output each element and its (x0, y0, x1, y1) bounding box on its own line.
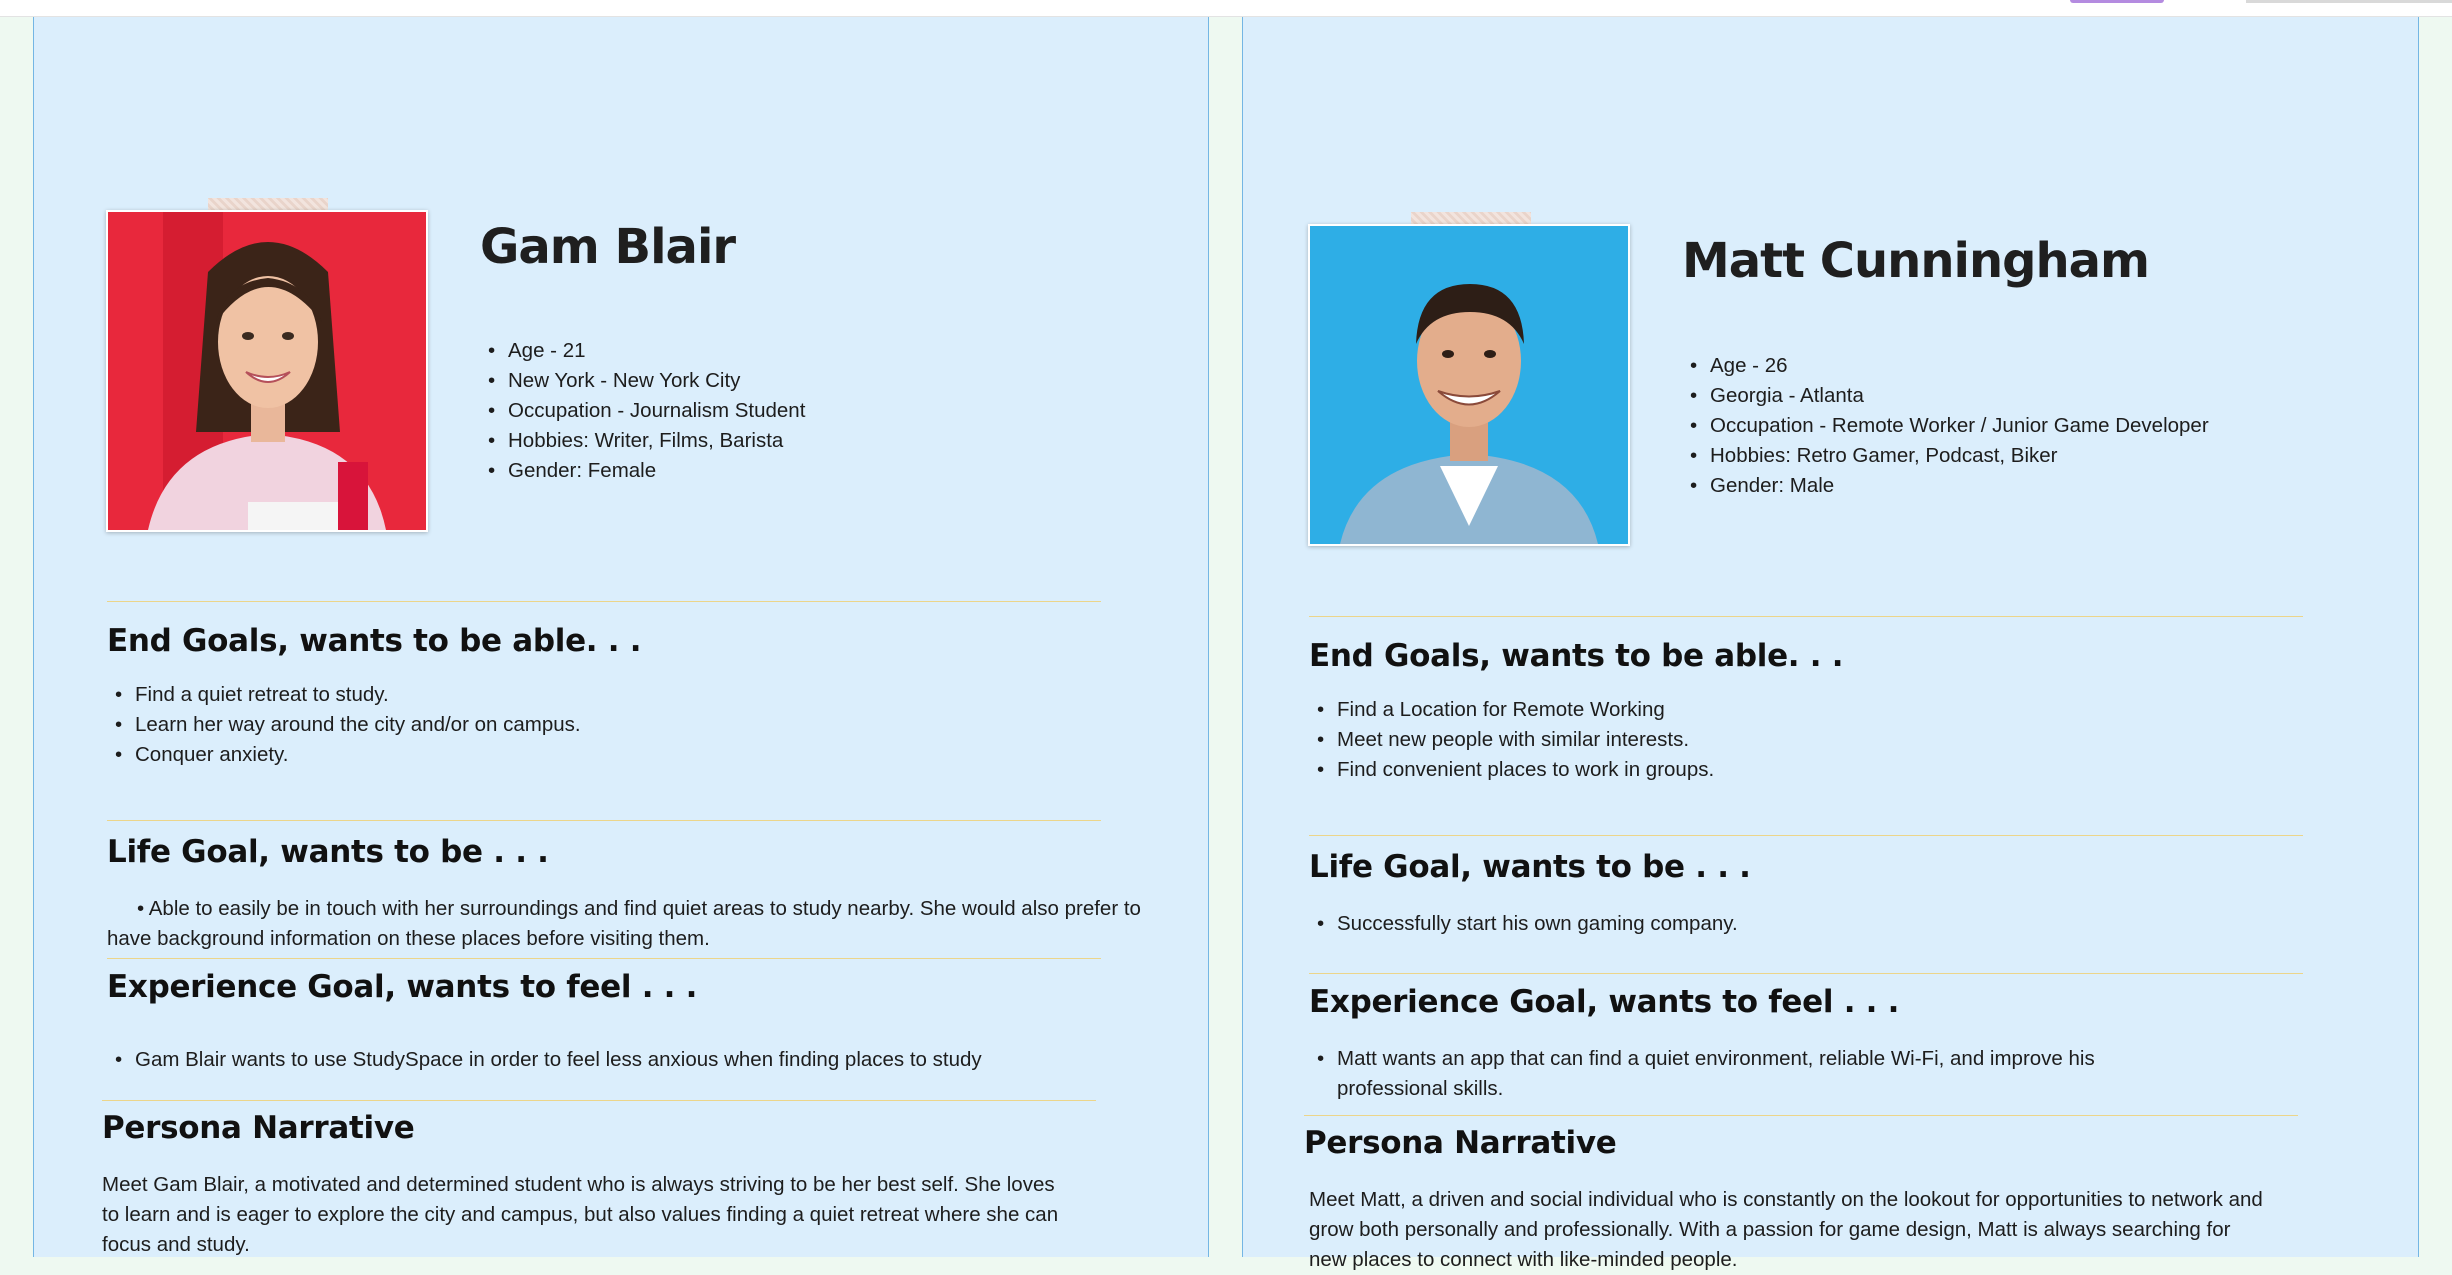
divider (107, 601, 1101, 602)
list-item: Successfully start his own gaming compan… (1309, 909, 1738, 939)
end-goals-heading: End Goals, wants to be able. . . (107, 623, 642, 659)
experience-goal-list: Gam Blair wants to use StudySpace in ord… (107, 1045, 982, 1075)
divider (107, 958, 1101, 959)
life-goal-heading: Life Goal, wants to be . . . (1309, 849, 1751, 885)
divider (1309, 616, 2303, 617)
top-toolbar (0, 0, 2452, 17)
man-portrait-icon (1310, 226, 1628, 544)
narrative-text: Meet Gam Blair, a motivated and determin… (102, 1173, 1059, 1256)
persona-photo (1308, 224, 1630, 546)
fact-hobbies: Hobbies: Writer, Films, Barista (480, 426, 805, 456)
divider (107, 820, 1101, 821)
end-goals-list: Find a quiet retreat to study. Learn her… (107, 680, 581, 770)
divider (1304, 1115, 2298, 1116)
life-goal-heading: Life Goal, wants to be . . . (107, 834, 549, 870)
fact-hobbies: Hobbies: Retro Gamer, Podcast, Biker (1682, 441, 2209, 471)
toolbar-tab[interactable] (2246, 0, 2452, 3)
experience-goal-heading: Experience Goal, wants to feel . . . (107, 969, 698, 1005)
fact-occupation: Occupation - Remote Worker / Junior Game… (1682, 411, 2209, 441)
list-item: Conquer anxiety. (107, 740, 581, 770)
experience-goal-list: Matt wants an app that can find a quiet … (1309, 1044, 2129, 1104)
fact-location: Georgia - Atlanta (1682, 381, 2209, 411)
list-item: Find a Location for Remote Working (1309, 695, 1714, 725)
end-goals-list: Find a Location for Remote Working Meet … (1309, 695, 1714, 785)
divider (1309, 973, 2303, 974)
list-item: Matt wants an app that can find a quiet … (1309, 1044, 2129, 1104)
persona-facts: Age - 26 Georgia - Atlanta Occupation - … (1682, 351, 2209, 501)
list-item: Find a quiet retreat to study. (107, 680, 581, 710)
fact-gender: Gender: Female (480, 456, 805, 486)
narrative-text: Meet Matt, a driven and social individua… (1309, 1188, 2263, 1271)
life-goal-value: Able to easily be in touch with her surr… (107, 897, 1141, 950)
list-item: Gam Blair wants to use StudySpace in ord… (107, 1045, 982, 1075)
persona-photo (106, 210, 428, 532)
persona-card-matt-cunningham: Matt Cunningham Age - 26 Georgia - Atlan… (1242, 17, 2419, 1271)
persona-card-gam-blair: Gam Blair Age - 21 New York - New York C… (33, 17, 1209, 1257)
persona-name: Gam Blair (480, 219, 736, 275)
list-item: Find convenient places to work in groups… (1309, 755, 1714, 785)
divider (102, 1100, 1096, 1101)
fact-gender: Gender: Male (1682, 471, 2209, 501)
list-item: Meet new people with similar interests. (1309, 725, 1714, 755)
persona-name: Matt Cunningham (1682, 233, 2150, 289)
persona-facts: Age - 21 New York - New York City Occupa… (480, 336, 805, 486)
toolbar-accent-tab[interactable] (2070, 0, 2164, 3)
fact-location: New York - New York City (480, 366, 805, 396)
experience-goal-heading: Experience Goal, wants to feel . . . (1309, 984, 1900, 1020)
life-goal-list: Successfully start his own gaming compan… (1309, 909, 1738, 939)
end-goals-heading: End Goals, wants to be able. . . (1309, 638, 1844, 674)
woman-portrait-icon (108, 212, 426, 530)
fact-age: Age - 26 (1682, 351, 2209, 381)
list-item: Learn her way around the city and/or on … (107, 710, 581, 740)
narrative-heading: Persona Narrative (102, 1110, 415, 1146)
life-goal-text: • Able to easily be in touch with her su… (107, 897, 1141, 950)
divider (1309, 835, 2303, 836)
fact-occupation: Occupation - Journalism Student (480, 396, 805, 426)
fact-age: Age - 21 (480, 336, 805, 366)
narrative-heading: Persona Narrative (1304, 1125, 1617, 1161)
